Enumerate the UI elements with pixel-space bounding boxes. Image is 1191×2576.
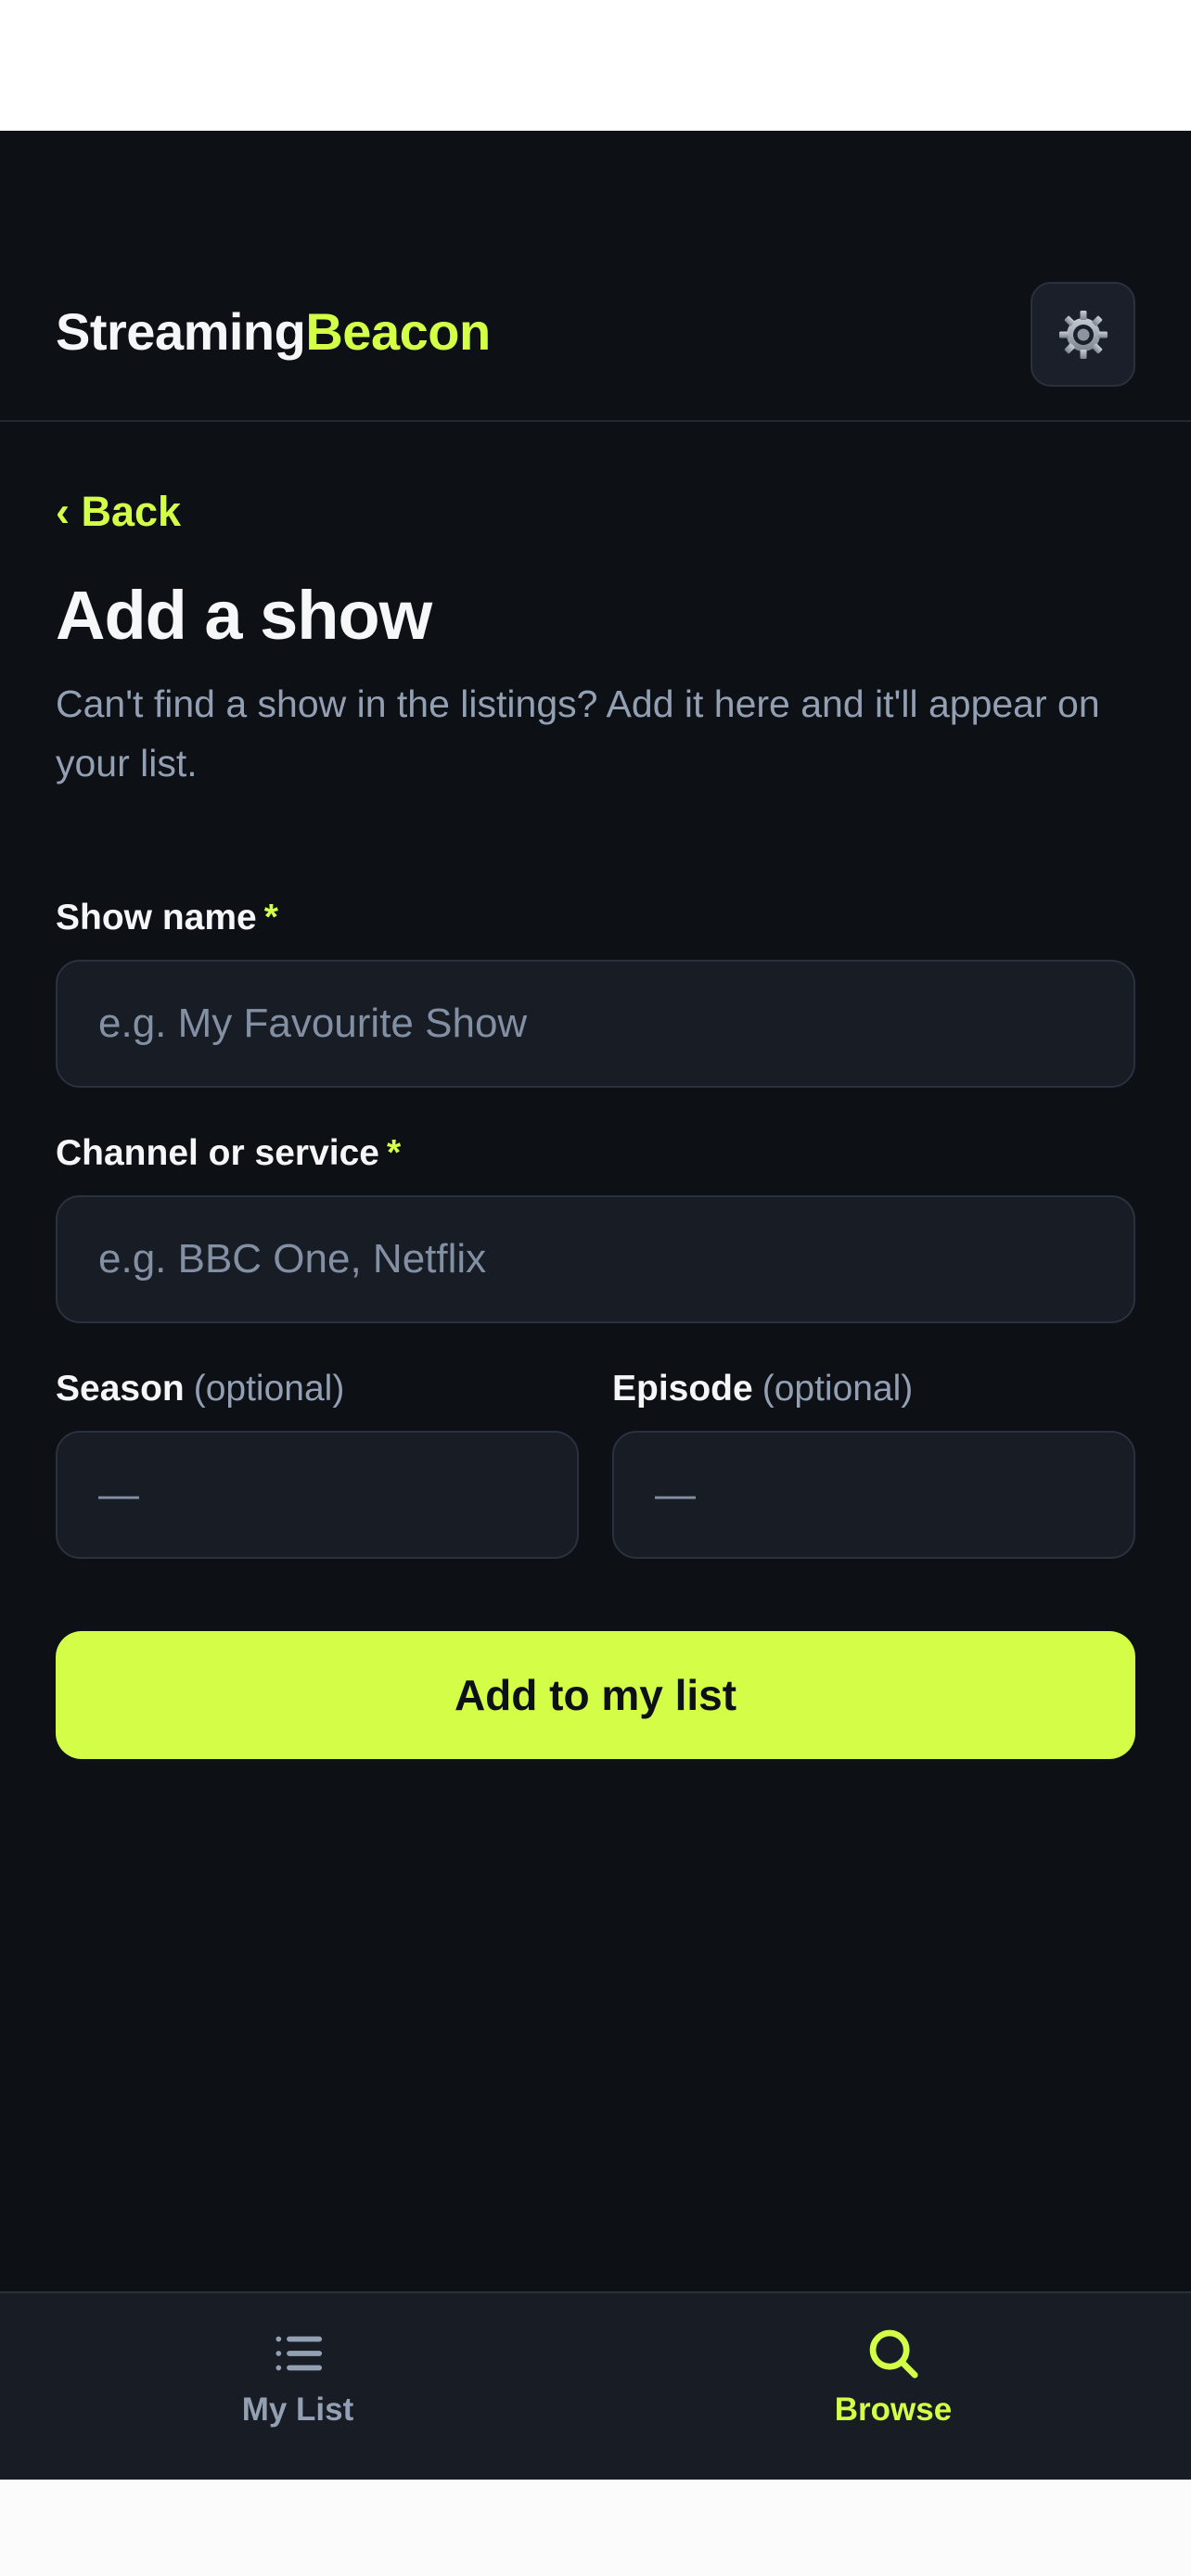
list-icon (275, 2336, 323, 2371)
episode-input[interactable] (614, 1433, 1133, 1557)
bottom-tab-bar: My List Browse (0, 2291, 1191, 2480)
show-name-label: Show name * (56, 898, 278, 938)
episode-field[interactable] (612, 1431, 1135, 1559)
channel-field[interactable] (56, 1195, 1135, 1323)
optional-hint: (optional) (193, 1369, 345, 1409)
tab-my-list-label: My List (241, 2391, 354, 2428)
back-link[interactable]: ‹ Back (56, 488, 181, 536)
channel-label: Channel or service * (56, 1133, 401, 1174)
season-input[interactable] (58, 1433, 577, 1557)
season-label: Season (optional) (56, 1369, 344, 1409)
episode-label-text: Episode (612, 1369, 753, 1409)
show-name-label-text: Show name (56, 898, 257, 937)
home-indicator-area (0, 2480, 1191, 2576)
tab-my-list[interactable]: My List (0, 2293, 596, 2481)
app-header: StreamingBeacon (0, 131, 1191, 422)
season-label-text: Season (56, 1369, 185, 1409)
channel-label-text: Channel or service (56, 1133, 379, 1173)
search-icon (869, 2329, 918, 2378)
season-field[interactable] (56, 1431, 579, 1559)
brand-text-primary: Streaming (56, 302, 306, 361)
show-name-field[interactable] (56, 960, 1135, 1088)
settings-button[interactable] (1031, 282, 1135, 387)
required-mark: * (263, 898, 278, 937)
status-area (0, 0, 1191, 131)
app-screen: StreamingBeacon ‹ Back Add a show Can't … (0, 131, 1191, 2480)
required-mark: * (386, 1133, 402, 1173)
tab-browse-label: Browse (834, 2391, 953, 2428)
gear-icon (1058, 310, 1108, 359)
brand-text-accent: Beacon (305, 302, 491, 361)
channel-input[interactable] (58, 1197, 1133, 1321)
episode-label: Episode (optional) (612, 1369, 913, 1409)
tab-browse[interactable]: Browse (596, 2293, 1191, 2481)
optional-hint: (optional) (762, 1369, 914, 1409)
show-name-input[interactable] (58, 962, 1133, 1086)
page-subtitle: Can't find a show in the listings? Add i… (56, 682, 1100, 784)
page-title: Add a show (56, 577, 432, 654)
add-to-list-button[interactable]: Add to my list (56, 1631, 1135, 1759)
brand-logo: StreamingBeacon (56, 301, 491, 362)
